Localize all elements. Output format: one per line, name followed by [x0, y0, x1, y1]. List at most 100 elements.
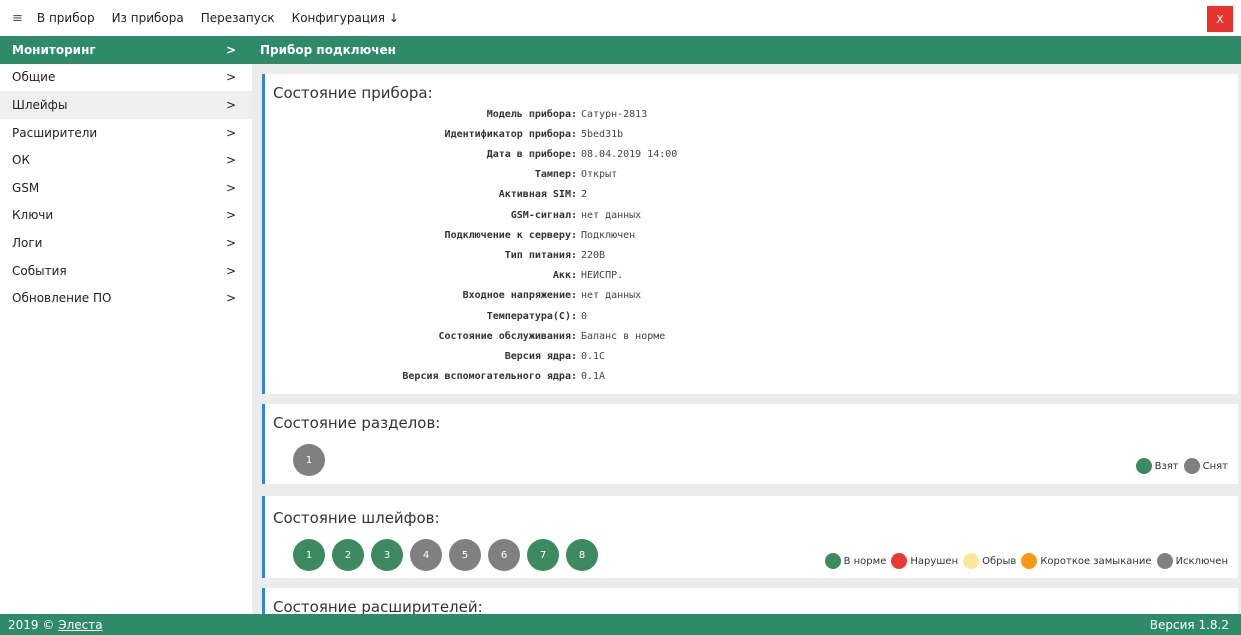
top-menu-bar: ≡ В прибор Из прибора Перезапуск Конфигу…	[0, 0, 1241, 36]
legend-dot-icon	[1021, 553, 1038, 569]
loop-circle-7[interactable]: 7	[527, 539, 559, 571]
loop-circle-1[interactable]: 1	[293, 539, 325, 571]
sidebar-item-label: Мониторинг	[12, 42, 96, 57]
device-state-value: 0	[581, 310, 588, 322]
sidebar-item-events[interactable]: События >	[0, 257, 252, 285]
sidebar-item-gsm[interactable]: GSM >	[0, 174, 252, 202]
legend-label: Взят	[1154, 460, 1179, 472]
loop-circle-2[interactable]: 2	[332, 539, 364, 571]
device-state-row: Активная SIM: 2	[265, 185, 865, 205]
hamburger-icon[interactable]: ≡	[12, 11, 23, 26]
elesta-link[interactable]: Элеста	[58, 618, 102, 632]
loop-circle-6[interactable]: 6	[488, 539, 520, 571]
main-content[interactable]: Прибор подключен Состояние прибора: Моде…	[252, 36, 1241, 614]
device-state-value: НЕИСПР.	[581, 270, 624, 282]
device-state-key: Версия вспомогательного ядра:	[402, 371, 577, 383]
footer-copyright: 2019 © Элеста	[8, 618, 103, 632]
device-state-row: Подключение к серверу: Подключен	[265, 225, 865, 245]
device-state-key: GSM-сигнал:	[510, 209, 577, 221]
legend-label: Короткое замыкание	[1040, 555, 1152, 567]
expanders-state-title: Состояние расширителей:	[273, 598, 483, 614]
device-state-key: Тампер:	[534, 169, 577, 181]
chevron-right-icon: >	[225, 180, 236, 195]
device-state-value: 0.1C	[581, 350, 606, 362]
device-state-row: Идентификатор прибора: 5bed31b	[265, 124, 865, 144]
sections-state-title: Состояние разделов:	[273, 414, 441, 432]
chevron-right-icon: >	[225, 235, 236, 250]
sidebar-item-keys[interactable]: Ключи >	[0, 202, 252, 230]
legend-item: В норме	[824, 553, 886, 569]
device-state-value: нет данных	[581, 209, 642, 221]
chevron-right-icon: >	[225, 291, 236, 306]
legend-dot-icon	[963, 553, 980, 569]
device-state-row: Входное напряжение: нет данных	[265, 286, 865, 306]
loops-legend: В норме Нарушен Обрыв Короткое замыкание Иск…	[820, 553, 1228, 569]
menu-to-device[interactable]: В прибор	[37, 11, 95, 25]
sidebar-item-logs[interactable]: Логи >	[0, 229, 252, 257]
device-state-value: 2	[581, 189, 588, 201]
loop-circle-3[interactable]: 3	[371, 539, 403, 571]
device-state-row: Версия ядра: 0.1C	[265, 346, 865, 366]
sidebar-item-general[interactable]: Общие >	[0, 64, 252, 92]
sidebar-item-label: ОК	[12, 153, 30, 168]
sidebar-item-label: Расширители	[12, 125, 98, 140]
device-state-value: 08.04.2019 14:00	[581, 148, 678, 160]
copyright-text: 2019 ©	[8, 617, 55, 632]
legend-label: Исключен	[1175, 555, 1228, 567]
menu-from-device[interactable]: Из прибора	[112, 11, 184, 25]
sidebar-item-label: Обновление ПО	[12, 291, 112, 306]
close-button[interactable]: X	[1207, 6, 1233, 32]
chevron-right-icon: >	[225, 263, 236, 278]
sidebar-item-label: GSM	[12, 180, 40, 195]
loops-state-card: Состояние шлейфов: 12345678 В норме Наруш…	[262, 496, 1238, 578]
section-circle-1[interactable]: 1	[293, 444, 325, 476]
legend-item: Короткое замыкание	[1021, 553, 1152, 569]
menu-configuration[interactable]: Конфигурация ↓	[292, 11, 399, 25]
device-state-card: Состояние прибора: Модель прибора: Сатурн…	[262, 74, 1238, 394]
chevron-right-icon: >	[225, 125, 236, 140]
legend-dot-icon	[824, 553, 841, 569]
legend-item: Исключен	[1156, 553, 1228, 569]
loop-circle-4[interactable]: 4	[410, 539, 442, 571]
footer: 2019 © Элеста Версия 1.8.2	[0, 614, 1241, 635]
device-state-value: 220В	[581, 249, 606, 261]
device-state-value: Баланс в норме	[581, 330, 666, 342]
legend-label: Нарушен	[910, 555, 959, 567]
chevron-right-icon: >	[225, 70, 236, 85]
chevron-right-icon: >	[225, 208, 236, 223]
sidebar-item-firmware-update[interactable]: Обновление ПО >	[0, 284, 252, 312]
device-state-value: Открыт	[581, 169, 618, 181]
device-state-value: Подключен	[581, 229, 636, 241]
loop-circle-8[interactable]: 8	[566, 539, 598, 571]
menu-restart[interactable]: Перезапуск	[201, 11, 275, 25]
device-state-row: Акк: НЕИСПР.	[265, 266, 865, 286]
sidebar-item-loops[interactable]: Шлейфы >	[0, 91, 252, 119]
legend-label: Обрыв	[982, 555, 1017, 567]
legend-item: Взят	[1135, 458, 1179, 474]
sidebar-item-monitoring[interactable]: Мониторинг >	[0, 36, 252, 64]
sections-state-card: Состояние разделов: 1 Взят Снят	[262, 404, 1238, 484]
sidebar-item-label: Шлейфы	[12, 97, 68, 112]
legend-item: Нарушен	[891, 553, 958, 569]
sidebar-item-label: Логи	[12, 235, 43, 250]
expanders-state-card: Состояние расширителей:	[262, 588, 1238, 614]
legend-item: Обрыв	[963, 553, 1016, 569]
loops-state-title: Состояние шлейфов:	[273, 509, 440, 527]
chevron-right-icon: >	[225, 153, 236, 168]
loop-circle-5[interactable]: 5	[449, 539, 481, 571]
device-state-row: Тампер: Открыт	[265, 165, 865, 185]
device-state-row: Версия вспомогательного ядра: 0.1A	[265, 367, 865, 387]
sidebar-item-ok[interactable]: ОК >	[0, 146, 252, 174]
device-state-value: нет данных	[581, 290, 642, 302]
device-state-row: Температура(С): 0	[265, 306, 865, 326]
device-state-value: 5bed31b	[581, 128, 624, 140]
chevron-right-icon: >	[225, 97, 236, 112]
device-state-key: Входное напряжение:	[462, 290, 577, 302]
device-state-key: Подключение к серверу:	[444, 229, 577, 241]
sidebar-item-expanders[interactable]: Расширители >	[0, 119, 252, 147]
legend-item: Снят	[1183, 458, 1228, 474]
legend-dot-icon	[1183, 458, 1200, 474]
legend-label: Снят	[1202, 460, 1228, 472]
sections-legend: Взят Снят	[1131, 458, 1228, 474]
device-state-row: Дата в приборе: 08.04.2019 14:00	[265, 144, 865, 164]
